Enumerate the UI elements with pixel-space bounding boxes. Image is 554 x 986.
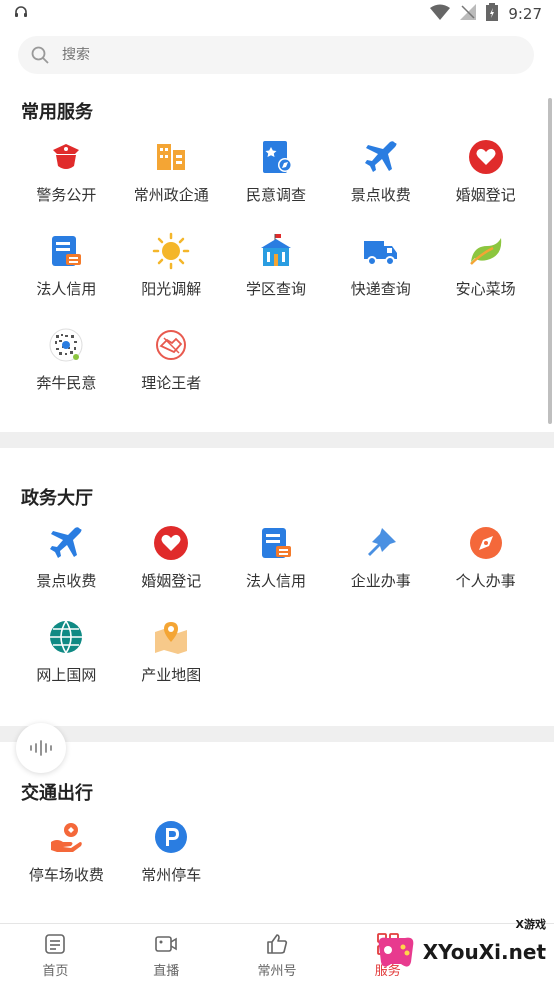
search-icon [31, 46, 49, 64]
service-label: 法人信用 [36, 280, 97, 298]
signal-icon [460, 4, 477, 24]
status-bar: 9:27 [0, 0, 554, 28]
video-icon [155, 935, 177, 952]
service-industry-map[interactable]: 产业地图 [119, 616, 224, 710]
thumb-icon [267, 933, 288, 954]
service-label: 个人办事 [455, 572, 516, 590]
section-title-transport: 交通出行 [21, 783, 93, 804]
tab-live[interactable]: 直播 [111, 924, 222, 986]
parking-icon [155, 821, 188, 853]
battery-icon [486, 3, 499, 25]
service-label: 警务公开 [36, 186, 97, 204]
leaf-icon [469, 238, 501, 265]
service-label: 安心菜场 [455, 280, 516, 298]
news-icon [45, 933, 66, 954]
sun-icon [152, 232, 190, 270]
service-label: 民意调查 [245, 186, 306, 204]
gamepad-logo-icon [378, 937, 414, 967]
section-title-common-services: 常用服务 [21, 102, 93, 123]
survey-icon [262, 141, 292, 173]
service-scenic-fees[interactable]: 景点收费 [328, 136, 433, 230]
section-divider [0, 432, 554, 448]
service-changzhou-parking[interactable]: 常州停车 [119, 816, 224, 910]
service-label: 常州政企通 [133, 186, 209, 204]
watermark-small-text: X游戏 [515, 918, 546, 931]
section-divider [0, 726, 554, 742]
compass-icon [469, 527, 502, 559]
service-benniu[interactable]: 奔牛民意 [14, 324, 119, 418]
service-label: 奔牛民意 [36, 374, 97, 392]
service-label: 快递查询 [350, 280, 411, 298]
pin-icon [367, 528, 396, 556]
service-label: 法人信用 [245, 572, 306, 590]
headset-icon [14, 5, 28, 23]
watermark-text: XYouXi.net [422, 940, 546, 964]
common-services-grid: 警务公开 常州政企通 民意调查 景点收费 婚姻登记 法人信用 阳光调解 学区查询… [14, 136, 538, 418]
section-title-gov-hall: 政务大厅 [21, 488, 93, 509]
service-label: 婚姻登记 [455, 186, 516, 204]
transport-grid: 停车场收费 常州停车 [14, 816, 538, 910]
police-icon [53, 144, 80, 169]
plane-icon [364, 141, 397, 172]
school-icon [260, 234, 291, 266]
service-personal-affairs[interactable]: 个人办事 [433, 522, 538, 616]
building-icon [157, 144, 186, 170]
tab-home[interactable]: 首页 [0, 924, 111, 986]
service-label: 理论王者 [141, 374, 202, 392]
heart-icon [154, 526, 189, 560]
search-bar[interactable] [18, 36, 534, 74]
service-parking-fees[interactable]: 停车场收费 [14, 816, 119, 910]
scrollbar[interactable] [548, 98, 552, 424]
service-credit[interactable]: 法人信用 [224, 522, 329, 616]
service-theory[interactable]: 理论王者 [119, 324, 224, 418]
service-state-grid[interactable]: 网上国网 [14, 616, 119, 710]
plane-icon [50, 527, 82, 558]
service-label: 学区查询 [245, 280, 306, 298]
clock: 9:27 [508, 5, 542, 23]
service-enterprise-affairs[interactable]: 企业办事 [328, 522, 433, 616]
service-marriage[interactable]: 婚姻登记 [119, 522, 224, 616]
service-market[interactable]: 安心菜场 [433, 230, 538, 324]
service-label: 景点收费 [350, 186, 411, 204]
service-label: 常州停车 [141, 866, 202, 884]
service-credit[interactable]: 法人信用 [14, 230, 119, 324]
heart-icon [468, 140, 503, 174]
document-icon [52, 236, 82, 266]
search-input[interactable] [60, 46, 464, 64]
service-survey[interactable]: 民意调查 [224, 136, 329, 230]
service-label: 婚姻登记 [141, 572, 202, 590]
service-label: 停车场收费 [28, 866, 104, 884]
service-gov-enterprise[interactable]: 常州政企通 [119, 136, 224, 230]
tab-changzhou-hao[interactable]: 常州号 [222, 924, 333, 986]
service-label: 网上国网 [36, 666, 97, 684]
document-icon [261, 528, 291, 558]
hand-coin-icon [51, 823, 83, 852]
truck-icon [363, 241, 397, 266]
service-express[interactable]: 快递查询 [328, 230, 433, 324]
voice-button[interactable] [16, 723, 66, 773]
service-police[interactable]: 警务公开 [14, 136, 119, 230]
handshake-icon [156, 330, 187, 360]
service-label: 产业地图 [141, 666, 202, 684]
wifi-icon [430, 4, 451, 24]
globe-icon [50, 620, 83, 654]
service-scenic-fees[interactable]: 景点收费 [14, 522, 119, 616]
watermark: XYouXi.net X游戏 [373, 918, 546, 972]
qr-icon [49, 328, 83, 362]
tab-label: 常州号 [257, 963, 297, 979]
voice-wave-icon [30, 740, 52, 756]
service-label: 景点收费 [36, 572, 97, 590]
service-label: 阳光调解 [141, 280, 202, 298]
service-marriage[interactable]: 婚姻登记 [433, 136, 538, 230]
gov-hall-grid: 景点收费 婚姻登记 法人信用 企业办事 个人办事 网上国网 产业地图 [14, 522, 538, 710]
service-mediation[interactable]: 阳光调解 [119, 230, 224, 324]
tab-label: 首页 [42, 963, 69, 979]
service-school-district[interactable]: 学区查询 [224, 230, 329, 324]
tab-label: 直播 [153, 963, 180, 979]
map-icon [155, 622, 188, 654]
service-label: 企业办事 [350, 572, 411, 590]
